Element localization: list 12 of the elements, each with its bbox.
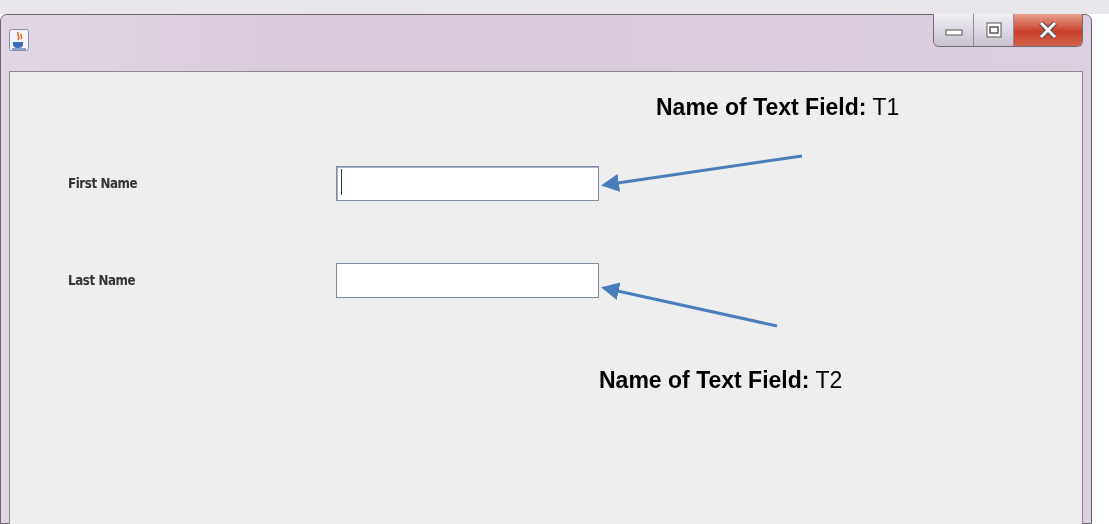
close-icon	[1038, 21, 1058, 39]
field-label: Last Name	[68, 271, 137, 290]
text-field[interactable]	[336, 166, 599, 201]
annotation-text: Name of Text Field: T1	[656, 93, 900, 122]
close-button[interactable]	[1014, 14, 1082, 46]
java-cup-icon	[9, 29, 29, 51]
maximize-button[interactable]	[974, 14, 1014, 46]
maximize-icon	[985, 22, 1002, 38]
minimize-button[interactable]	[934, 14, 974, 46]
annotation-text: Name of Text Field: T2	[599, 366, 843, 395]
text-field[interactable]	[336, 263, 599, 298]
field-label: First Name	[68, 174, 139, 193]
